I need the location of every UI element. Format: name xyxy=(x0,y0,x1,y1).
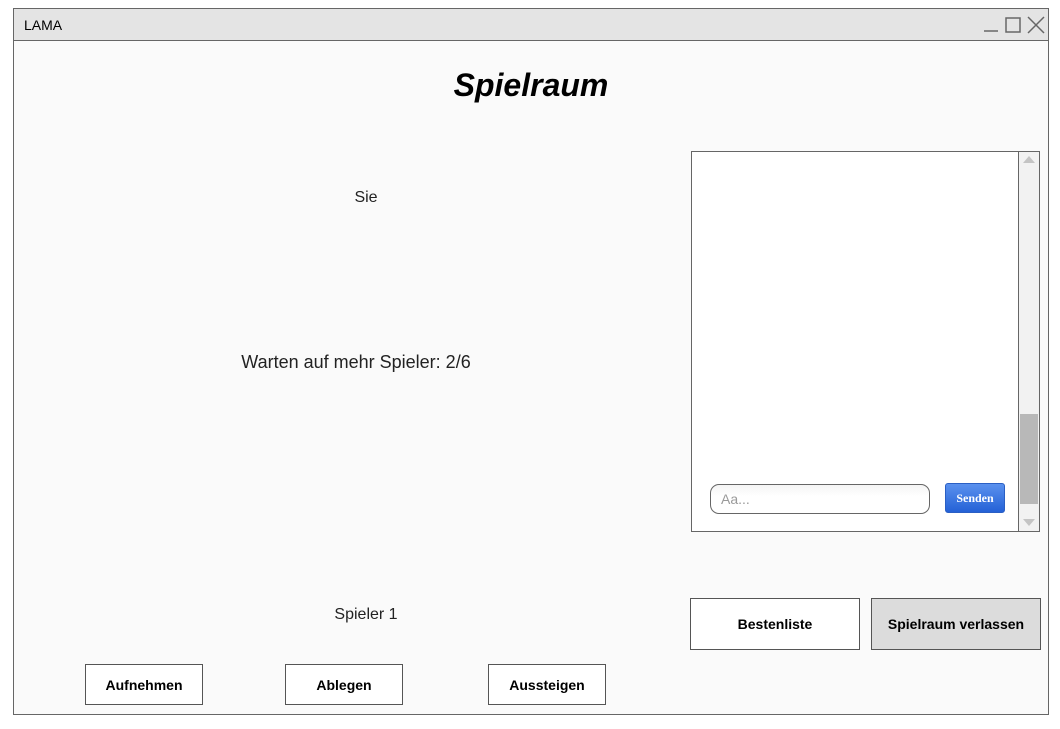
aussteigen-button[interactable]: Aussteigen xyxy=(488,664,606,705)
leave-room-button[interactable]: Spielraum verlassen xyxy=(871,598,1041,650)
page-title: Spielraum xyxy=(453,67,609,103)
maximize-icon[interactable] xyxy=(1004,15,1022,35)
aufnehmen-button[interactable]: Aufnehmen xyxy=(85,664,203,705)
chat-input[interactable] xyxy=(710,484,930,514)
player-label: Spieler 1 xyxy=(334,606,398,623)
send-button[interactable]: Senden xyxy=(945,483,1005,513)
window-title: LAMA xyxy=(24,17,63,33)
close-icon[interactable] xyxy=(1026,15,1046,35)
opponent-label: Sie xyxy=(354,189,378,206)
app-window: LAMA Spielraum Sie Warten auf mehr Spiel… xyxy=(13,8,1049,715)
scroll-up-icon[interactable] xyxy=(1023,156,1035,163)
scroll-thumb[interactable] xyxy=(1020,414,1038,504)
scroll-down-icon[interactable] xyxy=(1023,519,1035,526)
minimize-icon[interactable] xyxy=(982,15,1000,35)
chat-scrollbar[interactable] xyxy=(1018,152,1039,531)
waiting-status: Warten auf mehr Spieler: 2/6 xyxy=(241,352,471,372)
chat-panel: Senden xyxy=(691,151,1040,532)
bestenliste-button[interactable]: Bestenliste xyxy=(690,598,860,650)
title-bar: LAMA xyxy=(14,9,1048,41)
ablegen-button[interactable]: Ablegen xyxy=(285,664,403,705)
window-controls xyxy=(982,13,1046,37)
